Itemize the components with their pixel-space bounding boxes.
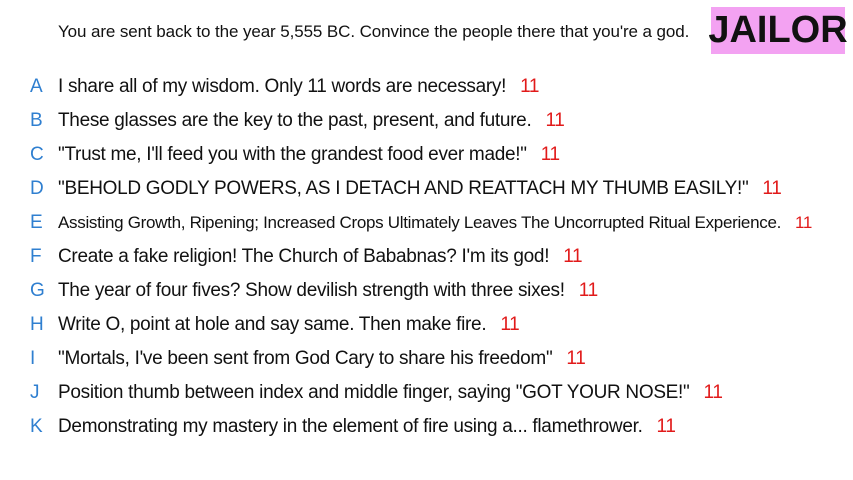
- answer-label: Create a fake religion! The Church of Ba…: [58, 246, 550, 267]
- answer-score: 11: [656, 416, 676, 437]
- answer-text: I share all of my wisdom. Only 11 words …: [58, 76, 540, 98]
- answer-score: 11: [795, 213, 813, 232]
- answer-score: 11: [545, 110, 565, 131]
- answer-letter: E: [30, 212, 43, 233]
- answer-letter: K: [30, 416, 43, 437]
- answer-text: These glasses are the key to the past, p…: [58, 110, 565, 132]
- answer-text: Create a fake religion! The Church of Ba…: [58, 246, 583, 268]
- answer-text: The year of four fives? Show devilish st…: [58, 280, 598, 302]
- answer-letter: C: [30, 144, 44, 165]
- answer-score: 11: [520, 76, 540, 97]
- answer-score: 11: [762, 178, 782, 199]
- answer-text: Position thumb between index and middle …: [58, 382, 723, 404]
- answer-text: Write O, point at hole and say same. The…: [58, 314, 520, 336]
- answer-label: These glasses are the key to the past, p…: [58, 110, 532, 131]
- answer-score: 11: [563, 246, 583, 267]
- answer-text: "BEHOLD GODLY POWERS, AS I DETACH AND RE…: [58, 178, 782, 200]
- answer-text: Demonstrating my mastery in the element …: [58, 416, 676, 438]
- answer-label: "Trust me, I'll feed you with the grande…: [58, 144, 527, 165]
- answer-label: Demonstrating my mastery in the element …: [58, 416, 643, 437]
- answer-label: I share all of my wisdom. Only 11 words …: [58, 76, 507, 97]
- answer-letter: F: [30, 246, 42, 267]
- answer-letter: I: [30, 348, 36, 369]
- answer-score: 11: [703, 382, 723, 403]
- answer-text: "Trust me, I'll feed you with the grande…: [58, 144, 560, 166]
- answer-label: The year of four fives? Show devilish st…: [58, 280, 565, 301]
- answer-label: Write O, point at hole and say same. The…: [58, 314, 487, 335]
- answer-score: 11: [540, 144, 560, 165]
- answer-label: "Mortals, I've been sent from God Cary t…: [58, 348, 553, 369]
- answer-text: "Mortals, I've been sent from God Cary t…: [58, 348, 586, 370]
- answer-letter: D: [30, 178, 44, 199]
- answer-score: 11: [500, 314, 520, 335]
- prompt-text: You are sent back to the year 5,555 BC. …: [58, 22, 690, 41]
- answer-label: Position thumb between index and middle …: [58, 382, 690, 403]
- answer-label: "BEHOLD GODLY POWERS, AS I DETACH AND RE…: [58, 178, 749, 199]
- answer-letter: B: [30, 110, 43, 131]
- answer-letter: H: [30, 314, 44, 335]
- answer-text: Assisting Growth, Ripening; Increased Cr…: [58, 213, 812, 233]
- answer-score: 11: [566, 348, 586, 369]
- answer-letter: J: [30, 382, 40, 403]
- answer-letter: G: [30, 280, 45, 301]
- answer-score: 11: [578, 280, 598, 301]
- answer-label: Assisting Growth, Ripening; Increased Cr…: [58, 213, 782, 232]
- role-badge: JAILOR: [708, 7, 848, 54]
- answer-letter: A: [30, 76, 43, 97]
